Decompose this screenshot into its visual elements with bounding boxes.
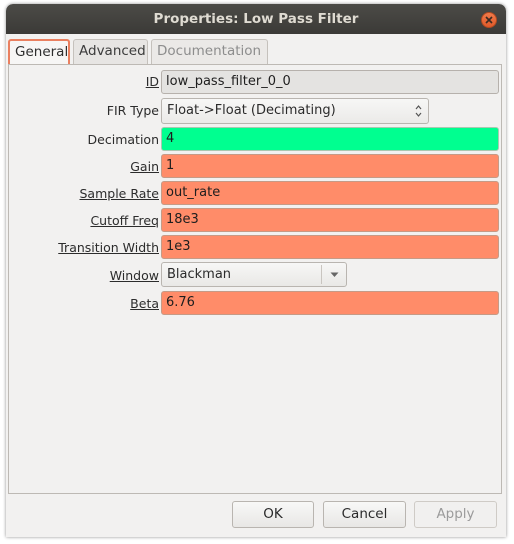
transition-width-label: Transition Width xyxy=(58,240,159,255)
beta-field[interactable]: 6.76 xyxy=(161,291,499,315)
id-label: ID xyxy=(145,74,159,89)
id-field[interactable]: low_pass_filter_0_0 xyxy=(161,70,499,94)
title-bar[interactable]: Properties: Low Pass Filter xyxy=(6,4,506,34)
window-value: Blackman xyxy=(167,267,232,282)
ok-button[interactable]: OK xyxy=(232,501,314,528)
decimation-label: Decimation xyxy=(87,132,159,147)
apply-button[interactable]: Apply xyxy=(414,501,497,528)
decimation-field[interactable]: 4 xyxy=(161,127,499,151)
cutoff-freq-label: Cutoff Freq xyxy=(90,213,159,228)
tab-documentation[interactable]: Documentation xyxy=(151,39,268,64)
beta-label: Beta xyxy=(130,296,159,311)
chevron-down-icon xyxy=(330,272,339,277)
fir-type-label: FIR Type xyxy=(106,103,159,118)
sample-rate-label: Sample Rate xyxy=(79,186,159,201)
fir-type-value: Float->Float (Decimating) xyxy=(167,103,336,118)
cancel-button[interactable]: Cancel xyxy=(323,501,406,528)
gain-field[interactable]: 1 xyxy=(161,154,499,178)
window-select[interactable]: Blackman xyxy=(161,262,347,287)
general-panel: ID low_pass_filter_0_0 FIR Type Float->F… xyxy=(8,64,502,494)
cutoff-freq-field[interactable]: 18e3 xyxy=(161,208,499,232)
window-label: Window xyxy=(109,268,159,283)
tab-advanced[interactable]: Advanced xyxy=(73,39,148,64)
close-button[interactable] xyxy=(481,12,497,28)
properties-dialog: Properties: Low Pass Filter General Adva… xyxy=(6,4,506,537)
close-icon xyxy=(485,16,493,24)
tab-general[interactable]: General xyxy=(8,39,70,65)
sample-rate-field[interactable]: out_rate xyxy=(161,181,499,205)
gain-label: Gain xyxy=(130,159,159,174)
window-title: Properties: Low Pass Filter xyxy=(153,11,359,27)
transition-width-field[interactable]: 1e3 xyxy=(161,235,499,259)
fir-type-select[interactable]: Float->Float (Decimating) xyxy=(161,98,429,124)
up-down-spin-icon xyxy=(415,105,422,117)
dropdown-divider xyxy=(321,265,322,284)
